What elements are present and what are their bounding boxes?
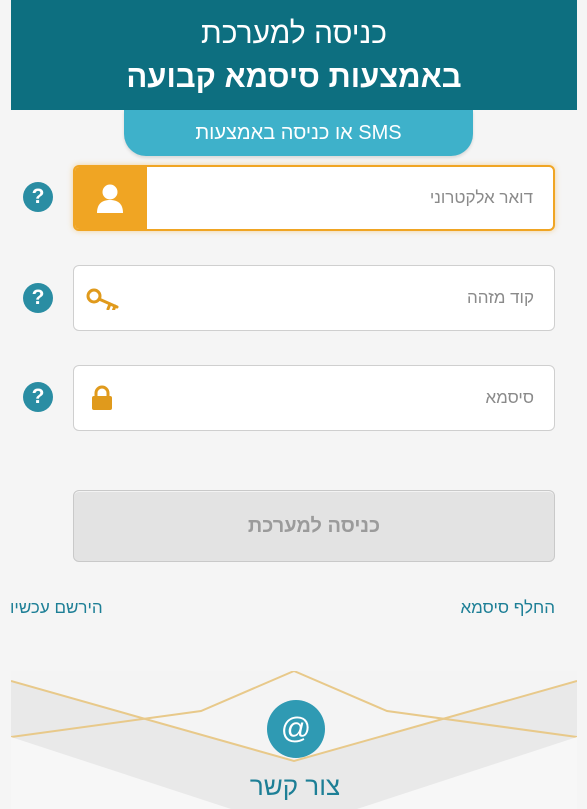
header-title-line2: באמצעות סיסמא קבועה (126, 59, 462, 94)
email-input[interactable] (155, 167, 533, 229)
password-help-icon[interactable]: ? (23, 382, 53, 412)
email-icon-box (75, 167, 147, 229)
password-input[interactable] (154, 366, 534, 430)
key-icon (86, 288, 119, 310)
contact-at-icon[interactable]: @ (267, 700, 325, 758)
email-help-icon[interactable]: ? (23, 182, 53, 212)
lock-icon (92, 385, 112, 410)
sms-login-tab[interactable]: או כניסה באמצעות SMS (124, 110, 473, 156)
contact-link[interactable]: צור קשר (200, 771, 390, 802)
id-code-input[interactable] (154, 266, 534, 330)
password-field-container (73, 365, 555, 431)
change-password-link[interactable]: החלף סיסמא (460, 598, 555, 618)
id-code-field-container (73, 265, 555, 331)
login-button[interactable]: כניסה למערכת (73, 490, 555, 562)
login-header: כניסה למערכת באמצעות סיסמא קבועה (11, 0, 577, 110)
id-code-help-icon[interactable]: ? (23, 283, 53, 313)
register-link[interactable]: הירשם עכשיו (10, 598, 103, 618)
header-title-line1: כניסה למערכת (200, 17, 388, 50)
user-icon (97, 184, 123, 213)
email-field-container (73, 165, 555, 231)
